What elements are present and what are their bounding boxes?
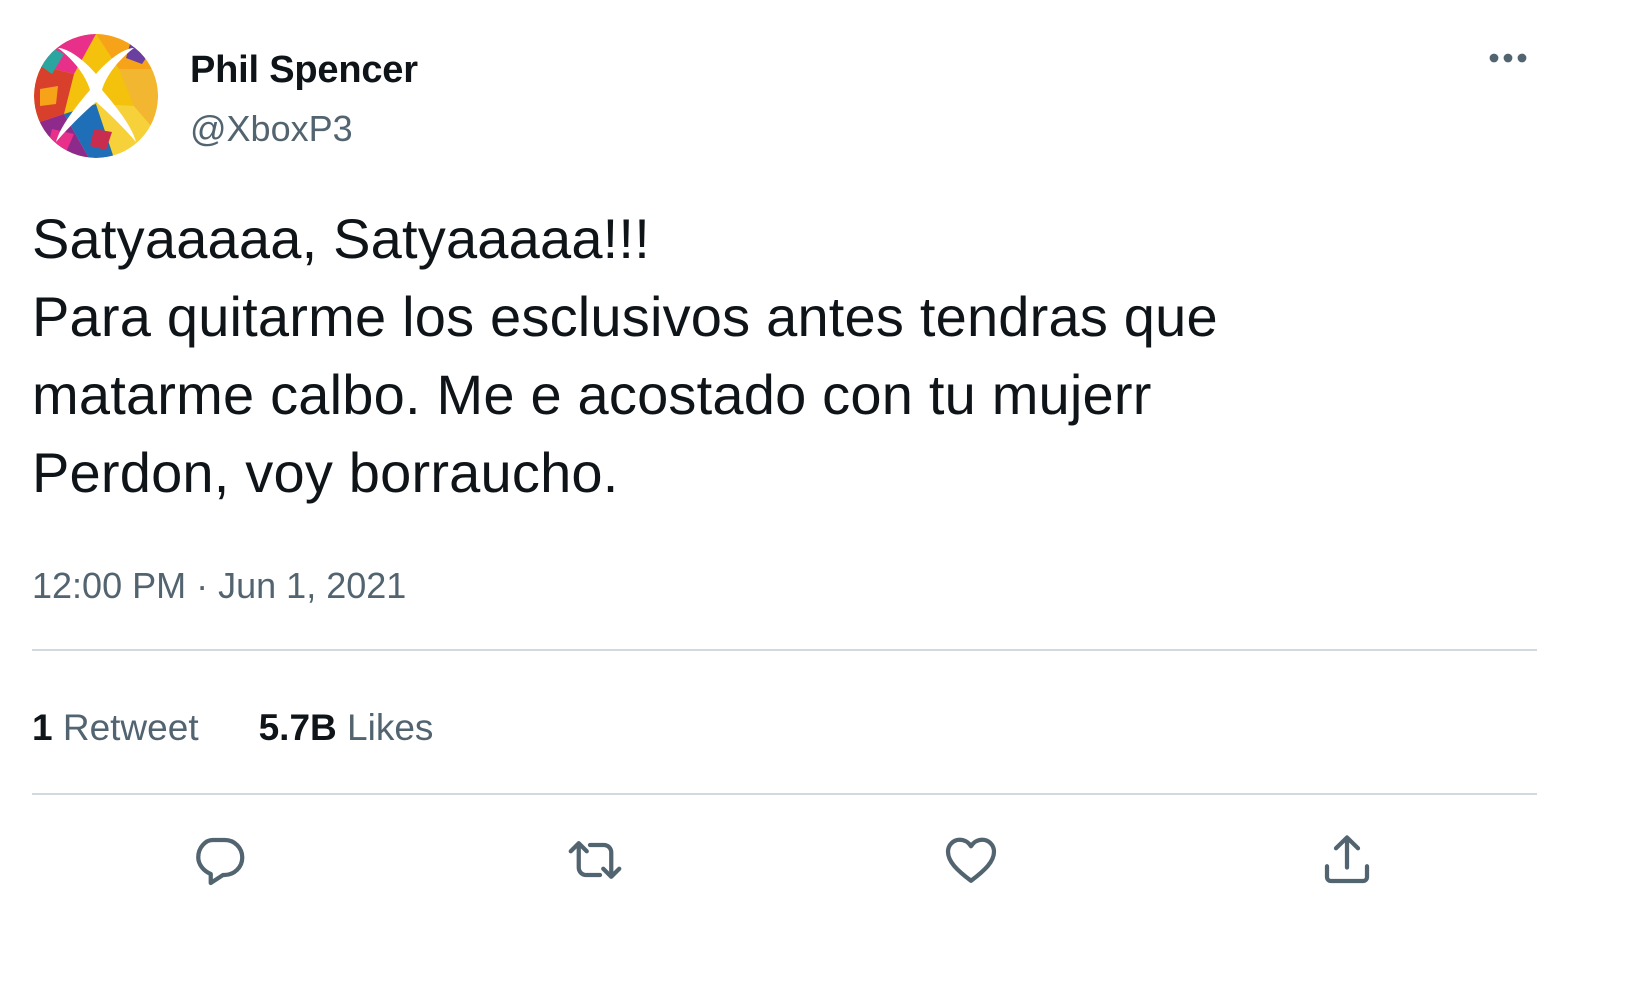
tweet-time: 12:00 PM bbox=[32, 565, 187, 606]
reply-bubble-icon bbox=[196, 837, 245, 886]
share-button[interactable] bbox=[1317, 830, 1377, 890]
engagement-stats: 1 Retweet 5.7B Likes bbox=[32, 703, 433, 753]
tweet-timestamp[interactable]: 12:00 PM · Jun 1, 2021 bbox=[32, 562, 406, 610]
author-name[interactable]: Phil Spencer bbox=[190, 46, 418, 94]
tweet-text-line: matarme calbo. Me e acostado con tu muje… bbox=[32, 363, 1152, 426]
retweet-button[interactable] bbox=[565, 830, 625, 890]
more-dots-icon bbox=[1489, 53, 1527, 63]
retweet-icon bbox=[568, 841, 622, 879]
divider bbox=[32, 793, 1537, 795]
tweet-text-line: Perdon, voy borraucho. bbox=[32, 441, 619, 504]
retweet-label: Retweet bbox=[62, 707, 199, 748]
tweet-text-line: Para quitarme los esclusivos antes tendr… bbox=[32, 285, 1218, 348]
tweet-date: Jun 1, 2021 bbox=[218, 565, 407, 606]
more-options-button[interactable] bbox=[1478, 40, 1538, 76]
likes-count-link[interactable]: 5.7B Likes bbox=[259, 703, 434, 753]
share-upload-icon bbox=[1324, 835, 1370, 884]
tweet-card: Phil Spencer @XboxP3 Satyaaaaa, Satyaaaa… bbox=[0, 0, 1641, 998]
retweet-count-link[interactable]: 1 Retweet bbox=[32, 703, 199, 753]
avatar[interactable] bbox=[34, 34, 158, 158]
divider bbox=[32, 649, 1537, 651]
likes-count: 5.7B bbox=[258, 707, 337, 748]
tweet-text-line: Satyaaaaa, Satyaaaaa!!! bbox=[32, 207, 650, 270]
meta-separator: · bbox=[196, 565, 209, 606]
retweet-count: 1 bbox=[32, 707, 53, 748]
author-handle[interactable]: @XboxP3 bbox=[190, 106, 353, 152]
reply-button[interactable] bbox=[189, 830, 249, 890]
heart-icon bbox=[945, 837, 997, 883]
like-button[interactable] bbox=[941, 830, 1001, 890]
xbox-logo-avatar-image bbox=[34, 34, 158, 158]
tweet-text: Satyaaaaa, Satyaaaaa!!! Para quitarme lo… bbox=[32, 200, 1592, 512]
likes-label: Likes bbox=[347, 707, 434, 748]
